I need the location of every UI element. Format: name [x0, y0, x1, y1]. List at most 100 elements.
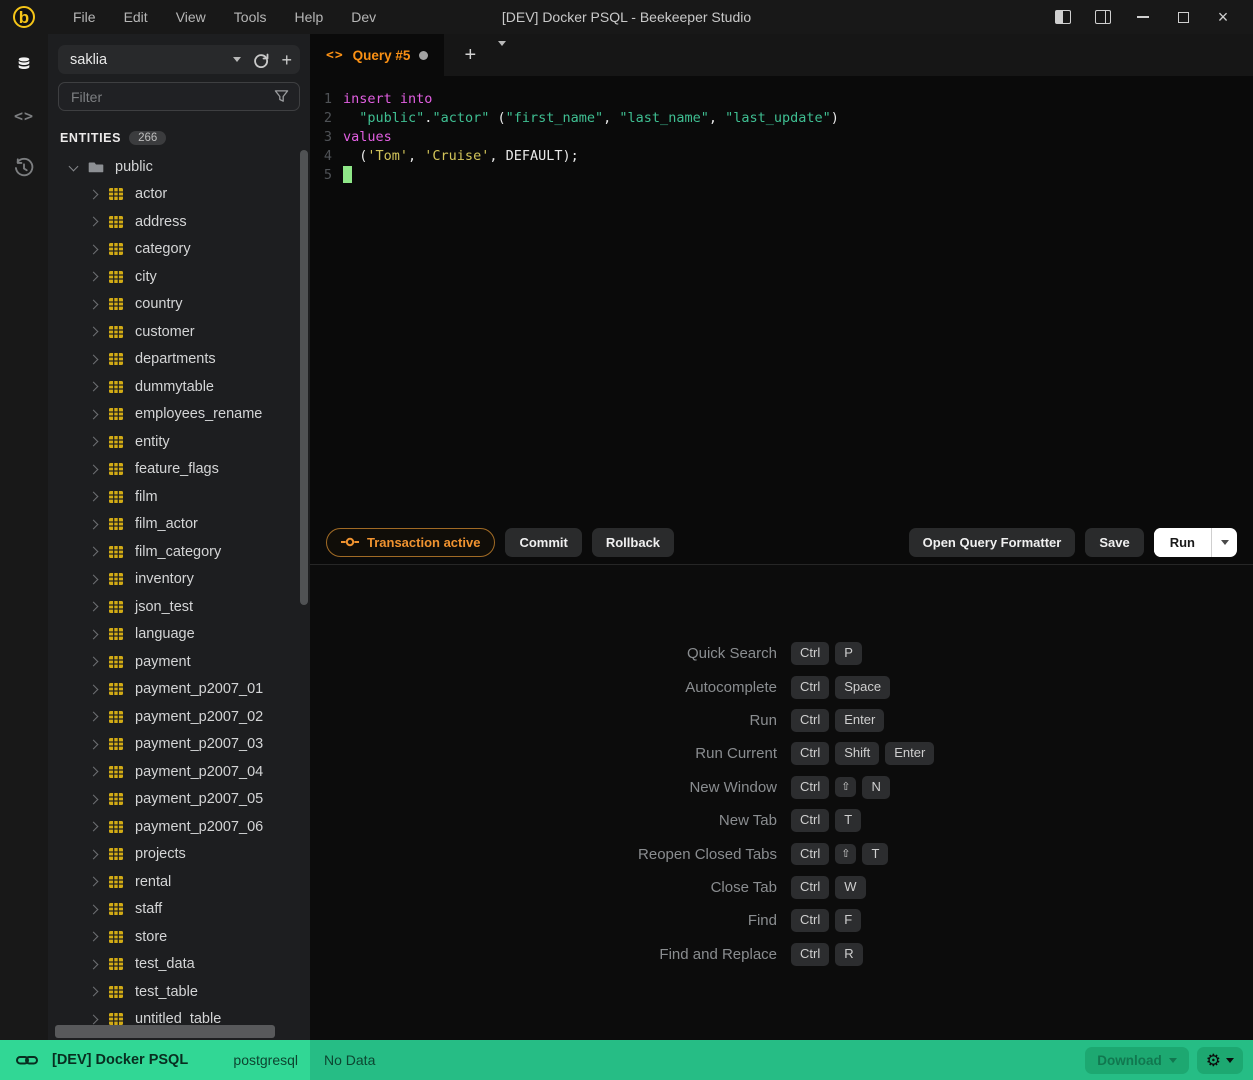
table-item[interactable]: employees_rename: [48, 401, 310, 429]
sidebar-vertical-scrollbar[interactable]: [300, 150, 308, 605]
table-item[interactable]: staff: [48, 896, 310, 924]
table-item[interactable]: customer: [48, 318, 310, 346]
minimize-button[interactable]: [1127, 4, 1159, 30]
table-item[interactable]: dummytable: [48, 373, 310, 401]
menu-dev[interactable]: Dev: [337, 9, 390, 25]
toggle-right-sidebar-button[interactable]: [1087, 4, 1119, 30]
schema-item-public[interactable]: public: [48, 153, 310, 181]
table-name: dummytable: [135, 379, 214, 395]
filter-input[interactable]: [71, 89, 274, 105]
chevron-right-icon[interactable]: [89, 299, 99, 309]
chevron-down-icon[interactable]: [69, 162, 79, 172]
new-tab-button[interactable]: +: [458, 41, 482, 69]
transaction-active-badge[interactable]: Transaction active: [326, 528, 495, 557]
close-button[interactable]: ×: [1207, 4, 1239, 30]
chevron-right-icon[interactable]: [89, 877, 99, 887]
chevron-right-icon[interactable]: [89, 932, 99, 942]
chevron-right-icon[interactable]: [89, 574, 99, 584]
menu-edit[interactable]: Edit: [110, 9, 162, 25]
table-item[interactable]: entity: [48, 428, 310, 456]
menu-tools[interactable]: Tools: [220, 9, 281, 25]
text-cursor: [343, 166, 352, 183]
transaction-label: Transaction active: [367, 535, 480, 550]
chevron-right-icon[interactable]: [89, 739, 99, 749]
chevron-right-icon[interactable]: [89, 822, 99, 832]
table-item[interactable]: country: [48, 291, 310, 319]
database-panel-button[interactable]: [12, 52, 36, 76]
chevron-right-icon[interactable]: [89, 712, 99, 722]
chevron-right-icon[interactable]: [89, 657, 99, 667]
download-button[interactable]: Download: [1085, 1047, 1189, 1074]
sql-editor[interactable]: 1insert into2 "public"."actor" ("first_n…: [310, 76, 1253, 520]
chevron-right-icon[interactable]: [89, 547, 99, 557]
chevron-right-icon[interactable]: [89, 959, 99, 969]
chevron-right-icon[interactable]: [89, 464, 99, 474]
maximize-button[interactable]: [1167, 4, 1199, 30]
run-options-button[interactable]: [1211, 528, 1237, 557]
table-item[interactable]: payment_p2007_02: [48, 703, 310, 731]
chevron-right-icon[interactable]: [89, 794, 99, 804]
toggle-left-sidebar-button[interactable]: [1047, 4, 1079, 30]
table-item[interactable]: film_actor: [48, 511, 310, 539]
chevron-right-icon[interactable]: [89, 904, 99, 914]
chevron-right-icon[interactable]: [89, 602, 99, 612]
table-item[interactable]: store: [48, 923, 310, 951]
open-query-formatter-button[interactable]: Open Query Formatter: [909, 528, 1076, 557]
commit-button[interactable]: Commit: [505, 528, 581, 557]
table-item[interactable]: film: [48, 483, 310, 511]
table-item[interactable]: feature_flags: [48, 456, 310, 484]
chevron-right-icon[interactable]: [89, 189, 99, 199]
chevron-right-icon[interactable]: [89, 987, 99, 997]
table-item[interactable]: test_table: [48, 978, 310, 1006]
table-item[interactable]: city: [48, 263, 310, 291]
table-item[interactable]: payment_p2007_06: [48, 813, 310, 841]
chevron-right-icon[interactable]: [89, 684, 99, 694]
chevron-right-icon[interactable]: [89, 217, 99, 227]
table-item[interactable]: json_test: [48, 593, 310, 621]
table-item[interactable]: inventory: [48, 566, 310, 594]
chevron-right-icon[interactable]: [89, 767, 99, 777]
save-button[interactable]: Save: [1085, 528, 1143, 557]
run-button[interactable]: Run: [1154, 528, 1211, 557]
table-item[interactable]: payment: [48, 648, 310, 676]
rollback-button[interactable]: Rollback: [592, 528, 674, 557]
shortcut-keys: CtrlW: [791, 871, 1253, 904]
chevron-right-icon[interactable]: [89, 244, 99, 254]
table-item[interactable]: payment_p2007_05: [48, 786, 310, 814]
add-entity-button[interactable]: +: [281, 51, 292, 69]
chevron-right-icon[interactable]: [89, 629, 99, 639]
chevron-right-icon[interactable]: [89, 354, 99, 364]
table-item[interactable]: projects: [48, 841, 310, 869]
tab-list-dropdown-button[interactable]: [492, 42, 512, 68]
menu-view[interactable]: View: [162, 9, 220, 25]
table-item[interactable]: payment_p2007_01: [48, 676, 310, 704]
settings-button[interactable]: ⚙: [1197, 1047, 1243, 1074]
database-select[interactable]: saklia +: [58, 45, 300, 74]
chevron-right-icon[interactable]: [89, 272, 99, 282]
table-item[interactable]: language: [48, 621, 310, 649]
table-item[interactable]: address: [48, 208, 310, 236]
table-item[interactable]: actor: [48, 181, 310, 209]
chevron-right-icon[interactable]: [89, 437, 99, 447]
chevron-right-icon[interactable]: [89, 1014, 99, 1024]
table-item[interactable]: test_data: [48, 951, 310, 979]
table-item[interactable]: category: [48, 236, 310, 264]
table-item[interactable]: payment_p2007_04: [48, 758, 310, 786]
tab-query-5[interactable]: <> Query #5: [310, 34, 444, 76]
sidebar-horizontal-scrollbar[interactable]: [55, 1025, 275, 1038]
table-item[interactable]: payment_p2007_03: [48, 731, 310, 759]
chevron-right-icon[interactable]: [89, 519, 99, 529]
chevron-right-icon[interactable]: [89, 409, 99, 419]
table-item[interactable]: departments: [48, 346, 310, 374]
menu-help[interactable]: Help: [280, 9, 337, 25]
refresh-button[interactable]: [253, 52, 269, 68]
chevron-right-icon[interactable]: [89, 849, 99, 859]
chevron-right-icon[interactable]: [89, 327, 99, 337]
chevron-right-icon[interactable]: [89, 492, 99, 502]
chevron-right-icon[interactable]: [89, 382, 99, 392]
table-item[interactable]: film_category: [48, 538, 310, 566]
table-item[interactable]: rental: [48, 868, 310, 896]
menu-file[interactable]: File: [59, 9, 110, 25]
history-panel-button[interactable]: [12, 156, 36, 180]
queries-panel-button[interactable]: <>: [12, 104, 36, 128]
